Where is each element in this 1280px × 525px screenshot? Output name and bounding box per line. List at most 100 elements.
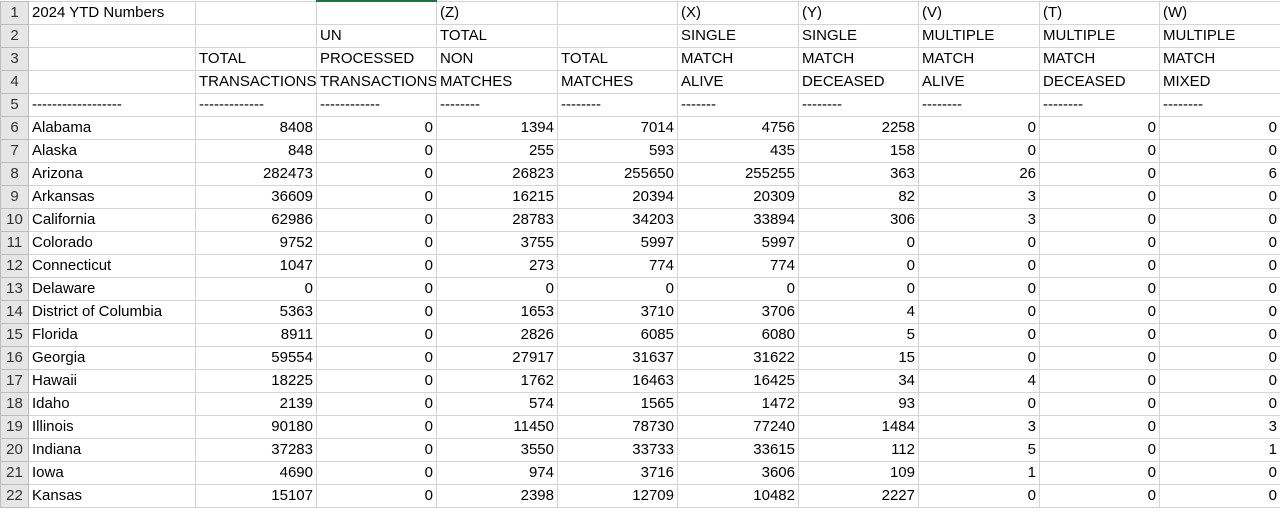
cell[interactable]: 0 — [316, 230, 437, 255]
cell[interactable]: MATCHES — [436, 69, 558, 94]
cell[interactable] — [28, 69, 196, 94]
cell[interactable]: 10482 — [677, 483, 799, 508]
cell[interactable]: 15107 — [195, 483, 317, 508]
cell[interactable]: (T) — [1039, 0, 1160, 25]
cell[interactable]: 0 — [316, 207, 437, 232]
row-number[interactable]: 5 — [0, 92, 29, 117]
cell[interactable]: 11450 — [436, 414, 558, 439]
cell[interactable]: 0 — [1039, 345, 1160, 370]
cell[interactable]: 1047 — [195, 253, 317, 278]
cell[interactable]: 0 — [195, 276, 317, 301]
cell[interactable]: 0 — [1039, 368, 1160, 393]
cell[interactable] — [557, 23, 678, 48]
cell[interactable]: 0 — [677, 276, 799, 301]
row-number[interactable]: 21 — [0, 460, 29, 485]
cell[interactable]: 2258 — [798, 115, 919, 140]
cell[interactable]: 27917 — [436, 345, 558, 370]
cell[interactable]: 363 — [798, 161, 919, 186]
cell[interactable]: 36609 — [195, 184, 317, 209]
cell[interactable]: MULTIPLE — [918, 23, 1040, 48]
cell[interactable]: TOTAL — [436, 23, 558, 48]
cell[interactable]: 15 — [798, 345, 919, 370]
cell[interactable]: 282473 — [195, 161, 317, 186]
cell[interactable]: -------- — [798, 92, 919, 117]
cell[interactable]: 0 — [918, 322, 1040, 347]
cell[interactable]: 0 — [316, 368, 437, 393]
cell[interactable] — [316, 0, 437, 25]
cell[interactable]: 0 — [1039, 437, 1160, 462]
cell[interactable] — [28, 23, 196, 48]
cell[interactable]: MATCH — [798, 46, 919, 71]
cell[interactable]: Illinois — [28, 414, 196, 439]
cell[interactable]: California — [28, 207, 196, 232]
cell[interactable]: -------- — [436, 92, 558, 117]
cell[interactable]: 5997 — [677, 230, 799, 255]
cell[interactable]: (Y) — [798, 0, 919, 25]
cell[interactable]: 0 — [798, 253, 919, 278]
cell[interactable]: Indiana — [28, 437, 196, 462]
cell[interactable]: 3 — [918, 414, 1040, 439]
cell[interactable]: 0 — [1039, 138, 1160, 163]
cell[interactable]: 0 — [1039, 460, 1160, 485]
cell[interactable]: 33615 — [677, 437, 799, 462]
cell[interactable]: 0 — [1159, 345, 1280, 370]
cell[interactable]: 2024 YTD Numbers — [28, 0, 196, 25]
cell[interactable]: 0 — [1039, 184, 1160, 209]
cell[interactable]: 0 — [316, 322, 437, 347]
cell[interactable]: 0 — [1039, 276, 1160, 301]
cell[interactable]: 6085 — [557, 322, 678, 347]
row-number[interactable]: 10 — [0, 207, 29, 232]
cell[interactable]: Alaska — [28, 138, 196, 163]
row-number[interactable]: 12 — [0, 253, 29, 278]
cell[interactable]: MULTIPLE — [1039, 23, 1160, 48]
cell[interactable] — [195, 0, 317, 25]
cell[interactable]: 26 — [918, 161, 1040, 186]
cell[interactable]: 0 — [798, 276, 919, 301]
cell[interactable]: 0 — [1159, 115, 1280, 140]
cell[interactable]: 974 — [436, 460, 558, 485]
cell[interactable]: DECEASED — [798, 69, 919, 94]
cell[interactable]: 0 — [1039, 299, 1160, 324]
cell[interactable]: 273 — [436, 253, 558, 278]
cell[interactable]: -------- — [918, 92, 1040, 117]
cell[interactable]: 0 — [1039, 115, 1160, 140]
cell[interactable]: 5997 — [557, 230, 678, 255]
cell[interactable]: 5 — [918, 437, 1040, 462]
cell[interactable]: 3 — [918, 184, 1040, 209]
cell[interactable]: 158 — [798, 138, 919, 163]
row-number[interactable]: 6 — [0, 115, 29, 140]
cell[interactable]: 593 — [557, 138, 678, 163]
cell[interactable]: 18225 — [195, 368, 317, 393]
cell[interactable]: 4 — [798, 299, 919, 324]
cell[interactable]: 3606 — [677, 460, 799, 485]
cell[interactable]: TOTAL — [195, 46, 317, 71]
cell[interactable]: 33733 — [557, 437, 678, 462]
cell[interactable]: 6 — [1159, 161, 1280, 186]
cell[interactable]: 0 — [918, 230, 1040, 255]
cell[interactable]: 0 — [316, 345, 437, 370]
cell[interactable]: SINGLE — [677, 23, 799, 48]
row-number[interactable]: 14 — [0, 299, 29, 324]
cell[interactable]: 3755 — [436, 230, 558, 255]
cell[interactable]: 774 — [557, 253, 678, 278]
row-number[interactable]: 20 — [0, 437, 29, 462]
cell[interactable]: MATCH — [918, 46, 1040, 71]
cell[interactable]: 848 — [195, 138, 317, 163]
cell[interactable]: 28783 — [436, 207, 558, 232]
row-number[interactable]: 18 — [0, 391, 29, 416]
cell[interactable]: 5 — [798, 322, 919, 347]
cell[interactable]: 0 — [316, 115, 437, 140]
cell[interactable]: ALIVE — [918, 69, 1040, 94]
cell[interactable]: ALIVE — [677, 69, 799, 94]
cell[interactable]: 1762 — [436, 368, 558, 393]
cell[interactable]: 34 — [798, 368, 919, 393]
cell[interactable]: 59554 — [195, 345, 317, 370]
cell[interactable]: 4756 — [677, 115, 799, 140]
cell[interactable]: 0 — [1159, 483, 1280, 508]
row-number[interactable]: 9 — [0, 184, 29, 209]
cell[interactable]: 3 — [1159, 414, 1280, 439]
row-number[interactable]: 16 — [0, 345, 29, 370]
cell[interactable]: MATCH — [1159, 46, 1280, 71]
cell[interactable]: 9752 — [195, 230, 317, 255]
cell[interactable]: TOTAL — [557, 46, 678, 71]
